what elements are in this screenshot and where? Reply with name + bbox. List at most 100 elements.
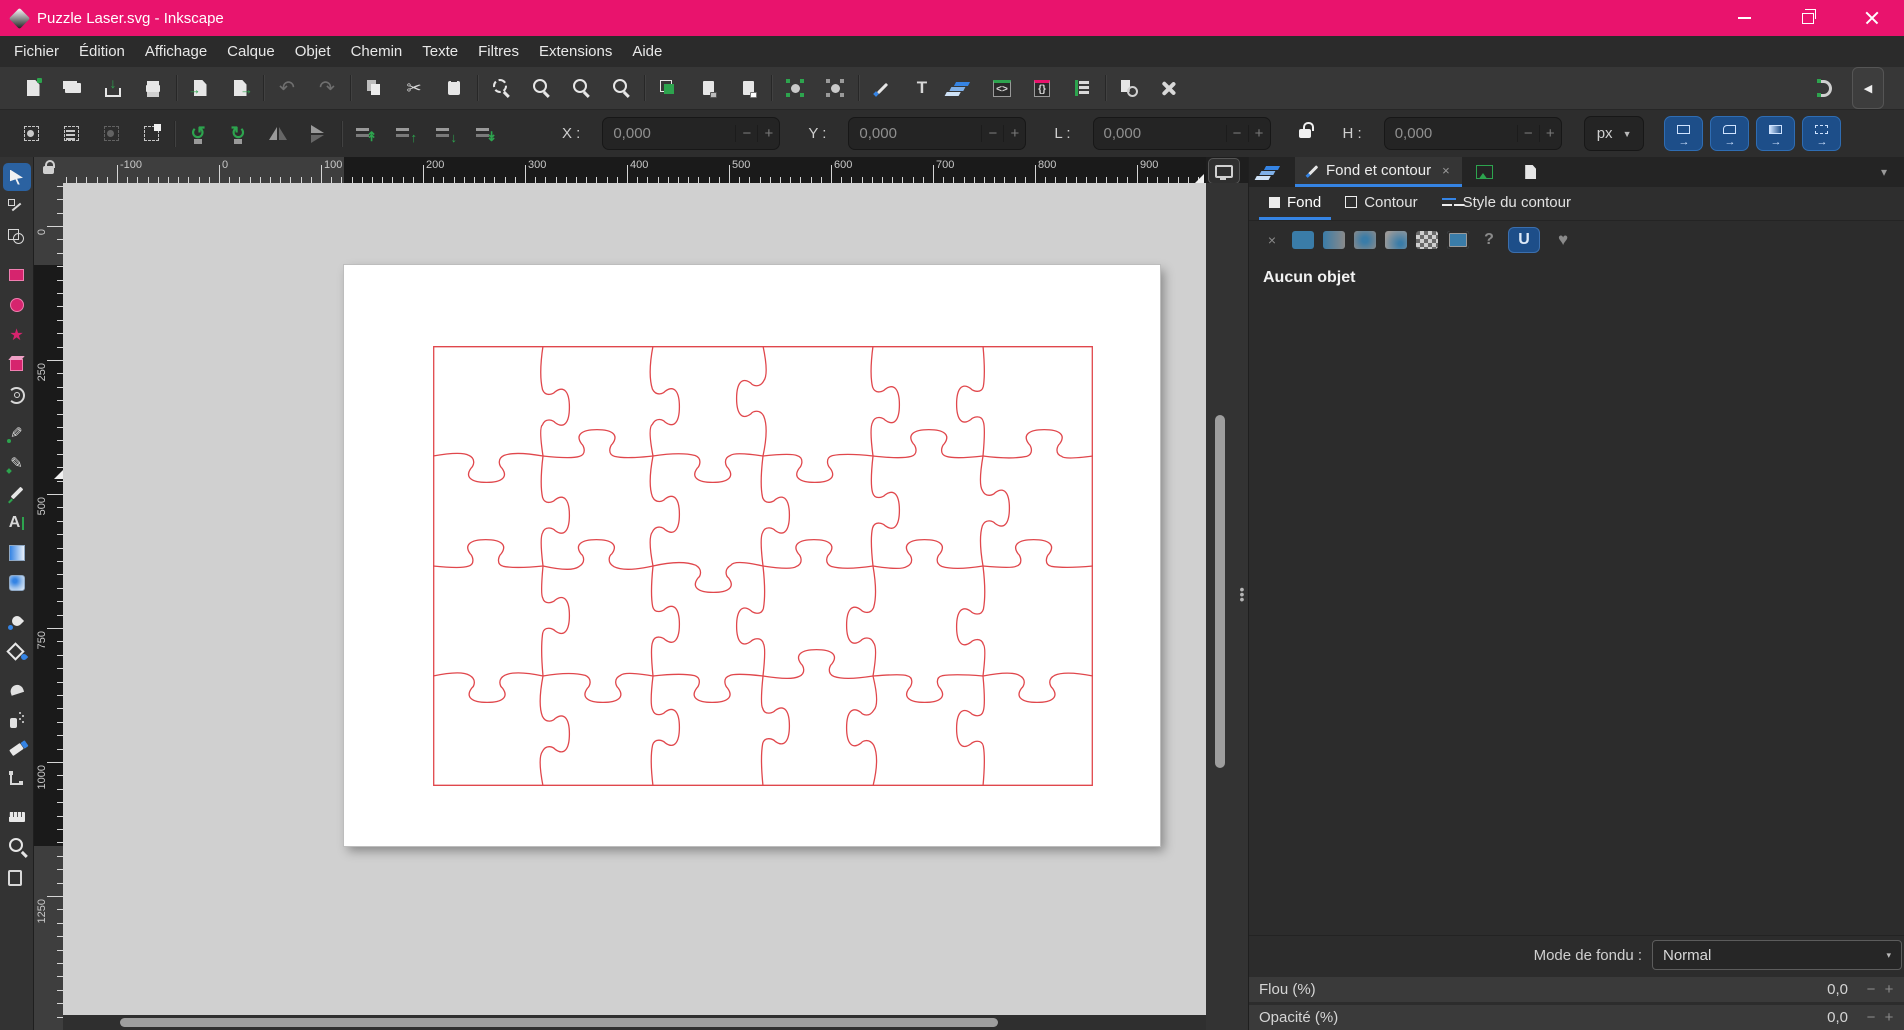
preferences-icon[interactable] — [1156, 75, 1182, 101]
duplicate-icon[interactable] — [655, 75, 681, 101]
tweak-tool[interactable] — [3, 675, 31, 703]
unlink-clone-icon[interactable] — [735, 75, 761, 101]
export-icon[interactable] — [227, 75, 253, 101]
raise-top-icon[interactable] — [352, 121, 378, 147]
zoom-page-width-icon[interactable] — [608, 75, 634, 101]
select-all-layers-icon[interactable] — [58, 121, 84, 147]
rotate-ccw-icon[interactable] — [185, 121, 211, 147]
object-properties-icon[interactable] — [1029, 75, 1055, 101]
display-adjustment-button[interactable] — [1208, 158, 1240, 184]
radial-gradient-button[interactable] — [1354, 231, 1376, 249]
y-field[interactable]: 0,000 − + — [848, 117, 1027, 150]
horizontal-scrollbar[interactable] — [120, 1018, 998, 1027]
selection-touch-icon[interactable] — [138, 121, 164, 147]
pages-tool[interactable] — [3, 863, 31, 891]
restore-button[interactable] — [1776, 0, 1840, 36]
fill-rule-nonzero-button[interactable]: U — [1509, 228, 1539, 252]
spiral-tool[interactable] — [3, 381, 31, 409]
dock-tab-layers[interactable] — [1249, 157, 1295, 187]
dock-menu-button[interactable]: ▾ — [1864, 157, 1904, 187]
group-icon[interactable] — [782, 75, 808, 101]
subtab-style-du-contour[interactable]: Style du contour — [1432, 187, 1581, 220]
pen-tool[interactable] — [3, 419, 31, 447]
layers-dialog-icon[interactable] — [949, 75, 975, 101]
dock-tab-document[interactable] — [1508, 157, 1554, 187]
ungroup-icon[interactable] — [822, 75, 848, 101]
rectangle-tool[interactable] — [3, 261, 31, 289]
flip-vertical-icon[interactable] — [305, 121, 331, 147]
menu-edition[interactable]: Édition — [69, 36, 135, 67]
dock-tab-export[interactable] — [1462, 157, 1508, 187]
subtab-fond[interactable]: Fond — [1259, 187, 1332, 220]
blur-increment[interactable]: + — [1880, 981, 1898, 998]
rotate-cw-icon[interactable] — [225, 121, 251, 147]
l-increment[interactable]: + — [1247, 125, 1270, 142]
fill-rule-evenodd-button[interactable]: ♥ — [1548, 228, 1578, 252]
page[interactable] — [344, 265, 1160, 846]
unknown-button[interactable]: ? — [1478, 231, 1500, 249]
lower-icon[interactable] — [432, 121, 458, 147]
zoom-tool[interactable] — [3, 833, 31, 861]
x-field[interactable]: 0,000 − + — [602, 117, 781, 150]
panel-resize-handle[interactable]: • • • — [1238, 582, 1246, 606]
y-increment[interactable]: + — [1003, 125, 1025, 142]
h-decrement[interactable]: − — [1516, 125, 1539, 142]
selector-tool[interactable] — [2, 163, 31, 191]
linear-gradient-button[interactable] — [1323, 231, 1345, 249]
menu-chemin[interactable]: Chemin — [341, 36, 413, 67]
text-dialog-icon[interactable] — [909, 75, 935, 101]
snap-magnet-icon[interactable] — [1812, 75, 1838, 101]
spray-tool[interactable] — [3, 705, 31, 733]
deselect-icon[interactable] — [98, 121, 124, 147]
paint-bucket-tool[interactable] — [3, 637, 31, 665]
ruler-lock-corner[interactable] — [34, 157, 64, 184]
eraser-tool[interactable] — [3, 735, 31, 763]
x-decrement[interactable]: − — [735, 125, 757, 142]
blend-mode-select[interactable]: Normal ▾ — [1652, 940, 1902, 970]
menu-filtres[interactable]: Filtres — [468, 36, 529, 67]
swatch-button[interactable] — [1447, 231, 1469, 249]
cut-icon[interactable] — [401, 75, 427, 101]
undo-icon[interactable] — [274, 75, 300, 101]
minimize-button[interactable] — [1712, 0, 1776, 36]
scale-corners-toggle[interactable] — [1710, 116, 1750, 151]
measure-tool[interactable] — [3, 803, 31, 831]
collapse-snapbar-button[interactable]: ◀ — [1852, 67, 1884, 109]
raise-icon[interactable] — [392, 121, 418, 147]
scale-patterns-toggle[interactable] — [1802, 116, 1842, 151]
dock-tab-close[interactable]: × — [1442, 163, 1450, 178]
flip-horizontal-icon[interactable] — [265, 121, 291, 147]
l-decrement[interactable]: − — [1225, 125, 1248, 142]
menu-objet[interactable]: Objet — [285, 36, 341, 67]
h-field[interactable]: 0,000 − + — [1383, 117, 1562, 150]
opacity-decrement[interactable]: − — [1862, 1009, 1880, 1026]
text-tool[interactable] — [3, 509, 31, 537]
shape-builder-tool[interactable] — [3, 223, 31, 251]
menu-fichier[interactable]: Fichier — [4, 36, 69, 67]
zoom-drawing-icon[interactable] — [528, 75, 554, 101]
h-increment[interactable]: + — [1538, 125, 1561, 142]
unit-select[interactable]: px ▼ — [1583, 116, 1645, 151]
menu-calque[interactable]: Calque — [217, 36, 285, 67]
lock-ratio-icon[interactable] — [1298, 122, 1314, 138]
y-decrement[interactable]: − — [981, 125, 1003, 142]
horizontal-scroll-track[interactable] — [63, 1015, 1206, 1030]
node-editor-tool[interactable] — [3, 193, 31, 221]
import-icon[interactable] — [187, 75, 213, 101]
align-dialog-icon[interactable] — [1069, 75, 1095, 101]
blur-slider[interactable]: Flou (%) 0,0 − + — [1249, 977, 1904, 1002]
vertical-scrollbar[interactable] — [1215, 415, 1225, 768]
menu-texte[interactable]: Texte — [412, 36, 468, 67]
canvas[interactable] — [63, 183, 1206, 1015]
select-all-icon[interactable] — [18, 121, 44, 147]
paste-icon[interactable] — [441, 75, 467, 101]
zoom-page-icon[interactable] — [568, 75, 594, 101]
print-icon[interactable] — [140, 75, 166, 101]
flat-button[interactable] — [1292, 231, 1314, 249]
close-button[interactable] — [1840, 0, 1904, 36]
create-clone-icon[interactable] — [695, 75, 721, 101]
none-button[interactable]: × — [1261, 231, 1283, 249]
horizontal-ruler[interactable]: -100 0 100 200 300 400 500 600 700 800 900 — [63, 157, 1206, 183]
ellipse-tool[interactable] — [3, 291, 31, 319]
fill-stroke-dialog-icon[interactable] — [869, 75, 895, 101]
